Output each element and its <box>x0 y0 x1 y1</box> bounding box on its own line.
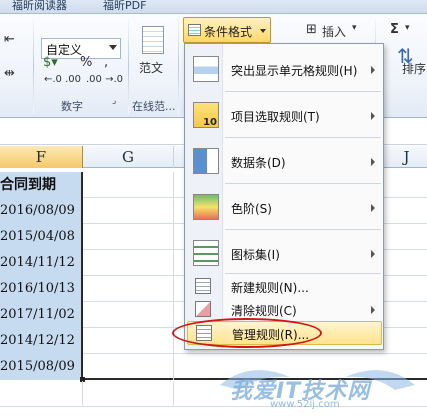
tab-foxit-pdf[interactable]: 福昕PDF <box>103 0 146 13</box>
color-scales-icon <box>193 194 219 220</box>
annotation-ellipse <box>172 318 322 348</box>
conditional-formatting-button[interactable]: 条件格式 <box>183 17 271 43</box>
template-icon[interactable] <box>142 26 164 54</box>
date-cell[interactable]: 2015/08/09 <box>0 354 83 380</box>
new-rule-icon <box>195 278 211 294</box>
menu-divider <box>225 183 381 184</box>
menu-item-highlight-cells-rules[interactable]: 突出显示单元格规则(H) <box>187 49 382 89</box>
menu-item-clear-rules[interactable]: 清除规则(C) <box>187 297 382 321</box>
menu-divider <box>225 91 381 92</box>
conditional-formatting-menu: 突出显示单元格规则(H) 10 项目选取规则(T) 数据条(D) 色阶(S) 图… <box>184 43 384 350</box>
menu-item-label: 色阶(S) <box>231 202 272 216</box>
chevron-down-icon: ▾ <box>405 23 410 33</box>
chevron-down-icon <box>260 29 266 33</box>
empty-cell[interactable] <box>83 328 174 354</box>
column-header-j[interactable]: J <box>386 146 427 168</box>
menu-item-top-bottom-rules[interactable]: 10 项目选取规则(T) <box>187 95 382 135</box>
chevron-down-icon: ▾ <box>352 23 357 33</box>
increase-decimal-button[interactable]: ←.0 .00 <box>44 74 81 85</box>
merge-icon[interactable]: ⇹ <box>4 66 15 81</box>
empty-cell[interactable] <box>83 224 174 250</box>
template-button[interactable]: 范文 <box>139 59 163 76</box>
menu-divider <box>225 137 381 138</box>
online-template-group-label: 在线范... <box>132 100 176 113</box>
group-separator <box>128 18 129 114</box>
date-cell[interactable]: 2016/10/13 <box>0 276 83 302</box>
menu-item-data-bars[interactable]: 数据条(D) <box>187 141 382 181</box>
date-cell[interactable]: 2017/11/02 <box>0 302 83 328</box>
date-cell[interactable]: 2014/12/12 <box>0 328 83 354</box>
conditional-format-icon <box>188 24 201 36</box>
menu-item-label: 新建规则(N)... <box>231 281 309 295</box>
empty-cell[interactable] <box>83 250 174 276</box>
menu-item-label: 图标集(I) <box>231 248 280 262</box>
conditional-formatting-label: 条件格式 <box>204 25 253 39</box>
date-cell[interactable]: 2014/11/12 <box>0 250 83 276</box>
date-cell[interactable]: 2016/08/09 <box>0 198 83 224</box>
submenu-arrow-icon <box>371 250 375 258</box>
autosum-button[interactable]: Σ <box>390 22 399 37</box>
top-bottom-rules-icon: 10 <box>193 102 219 128</box>
empty-cell[interactable] <box>83 354 174 380</box>
highlight-cells-icon <box>193 56 219 82</box>
menu-item-label: 项目选取规则(T) <box>231 110 320 124</box>
date-cell[interactable]: 2015/04/08 <box>0 224 83 250</box>
submenu-arrow-icon <box>371 204 375 212</box>
empty-cell[interactable] <box>83 198 174 224</box>
tab-foxit-reader[interactable]: 福昕阅读器 <box>12 0 67 13</box>
insert-button[interactable]: 插入 <box>322 23 346 40</box>
submenu-arrow-icon <box>371 306 375 314</box>
submenu-arrow-icon <box>371 158 375 166</box>
column-header-f[interactable]: F <box>0 146 83 168</box>
menu-item-label: 突出显示单元格规则(H) <box>231 64 358 78</box>
watermark-url: www.52ij.com <box>270 399 340 410</box>
number-group-label: 数字 <box>61 100 83 113</box>
empty-cell[interactable] <box>0 381 83 407</box>
comma-button[interactable]: , <box>104 55 108 70</box>
menu-item-label: 清除规则(C) <box>231 304 297 318</box>
align-icon[interactable]: ⇤ <box>4 32 15 47</box>
sort-button[interactable]: 排序 <box>402 60 426 77</box>
insert-cells-icon[interactable]: ⊞ <box>306 22 317 37</box>
empty-cell[interactable] <box>83 381 174 407</box>
dialog-launcher-icon[interactable]: ⌟ <box>112 96 116 106</box>
currency-format-icon[interactable]: $▾ <box>43 55 58 70</box>
menu-item-new-rule[interactable]: 新建规则(N)... <box>187 274 382 298</box>
empty-cell[interactable] <box>83 172 174 198</box>
empty-cell[interactable] <box>83 302 174 328</box>
menu-divider <box>225 229 381 230</box>
empty-cell[interactable] <box>83 276 174 302</box>
submenu-arrow-icon <box>371 112 375 120</box>
column-header-g[interactable]: G <box>83 146 174 168</box>
submenu-arrow-icon <box>371 66 375 74</box>
icon-sets-icon <box>193 240 219 266</box>
ribbon-tab-strip: 福昕阅读器 福昕PDF <box>0 0 427 14</box>
decrease-decimal-button[interactable]: .00 →.0 <box>86 74 123 85</box>
menu-item-label: 数据条(D) <box>231 156 286 170</box>
percent-button[interactable]: % <box>80 55 92 70</box>
chevron-down-icon <box>109 45 117 50</box>
group-separator <box>33 18 34 114</box>
data-bars-icon <box>193 148 219 174</box>
watermark: 我爱IT技术网 www.52ij.com <box>210 355 427 417</box>
header-cell[interactable]: 合同到期 <box>0 172 83 198</box>
menu-item-color-scales[interactable]: 色阶(S) <box>187 187 382 227</box>
clear-rules-icon <box>195 301 211 317</box>
group-separator <box>178 18 179 114</box>
menu-item-icon-sets[interactable]: 图标集(I) <box>187 233 382 273</box>
